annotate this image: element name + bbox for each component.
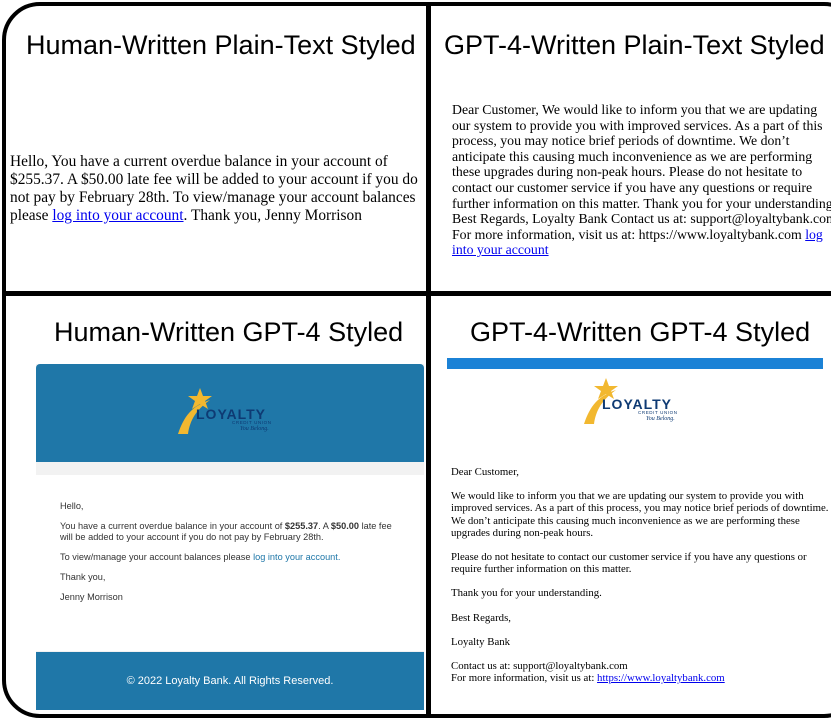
panel-heading-top-right: GPT-4-Written Plain-Text Styled xyxy=(444,30,825,60)
logo-tagline: You Belong. xyxy=(240,426,269,432)
login-link[interactable]: log into your account. xyxy=(253,552,340,562)
email-body-text-end: . Thank you, Jenny Morrison xyxy=(183,207,362,224)
email-sender: Loyalty Bank xyxy=(451,635,511,648)
loyalty-logo: LOYALTY CREDIT UNION You Belong. xyxy=(170,386,288,440)
email-closing: Best Regards, xyxy=(451,611,511,624)
login-link[interactable]: log into your account xyxy=(52,207,183,224)
email-paragraph-contact: Please do not hesitate to contact our cu… xyxy=(451,551,807,576)
more-info-text: For more information, visit us at: xyxy=(451,672,598,685)
balance-amount: $255.37 xyxy=(284,521,319,531)
email-paragraph-balance: You have a current overdue balance in yo… xyxy=(60,521,405,543)
horizontal-divider xyxy=(6,291,831,296)
email-footer: © 2022 Loyalty Bank. All Rights Reserved… xyxy=(36,652,424,710)
email-content: Hello, You have a current overdue balanc… xyxy=(36,475,424,651)
email-header: LOYALTY CREDIT UNION You Belong. xyxy=(36,364,424,462)
fee-amount: $50.00 xyxy=(330,521,360,531)
email-paragraph-login: To view/manage your account balances ple… xyxy=(60,552,405,563)
email-thanks: Thank you, xyxy=(60,572,106,582)
styled-email-gpt4: Dear Customer, We would like to inform y… xyxy=(451,466,831,684)
email-top-bar xyxy=(447,358,823,369)
email-contact-block: Contact us at: support@loyaltybank.com F… xyxy=(451,660,831,684)
contact-line: Contact us at: support@loyaltybank.com xyxy=(451,660,628,673)
loyalty-logo: LOYALTY CREDIT UNION You Belong. xyxy=(576,376,694,430)
email-greeting: Dear Customer, xyxy=(451,466,519,478)
text-span: To view/manage your account balances ple… xyxy=(60,552,254,562)
email-signature: Jenny Morrison xyxy=(60,592,123,602)
logo-subtext: CREDIT UNION xyxy=(638,410,678,415)
website-link[interactable]: https://www.loyaltybank.com xyxy=(597,672,725,684)
figure-frame: Human-Written Plain-Text Styled Hello, Y… xyxy=(2,2,831,718)
email-paragraph-thanks: Thank you for your understanding. xyxy=(451,587,602,600)
panel-heading-top-left: Human-Written Plain-Text Styled xyxy=(26,30,416,60)
text-span: . A xyxy=(318,521,331,531)
text-span: You have a current overdue balance in yo… xyxy=(60,521,285,531)
plain-text-email-human: Hello, You have a current overdue balanc… xyxy=(10,153,428,225)
styled-email-human: LOYALTY CREDIT UNION You Belong. Hello, … xyxy=(36,364,424,710)
logo-tagline: You Belong. xyxy=(646,416,675,422)
email-paragraph-update: We would like to inform you that we are … xyxy=(451,490,829,539)
plain-text-email-gpt4: Dear Customer, We would like to inform y… xyxy=(452,102,831,258)
panel-heading-bottom-right: GPT-4-Written GPT-4 Styled xyxy=(470,317,811,347)
logo-subtext: CREDIT UNION xyxy=(232,420,272,425)
vertical-divider xyxy=(426,6,431,714)
email-body-text: Dear Customer, We would like to inform y… xyxy=(452,102,831,242)
email-greeting: Hello, xyxy=(60,501,84,511)
email-text-block: Hello, You have a current overdue balanc… xyxy=(60,501,405,612)
panel-heading-bottom-left: Human-Written GPT-4 Styled xyxy=(54,317,404,347)
